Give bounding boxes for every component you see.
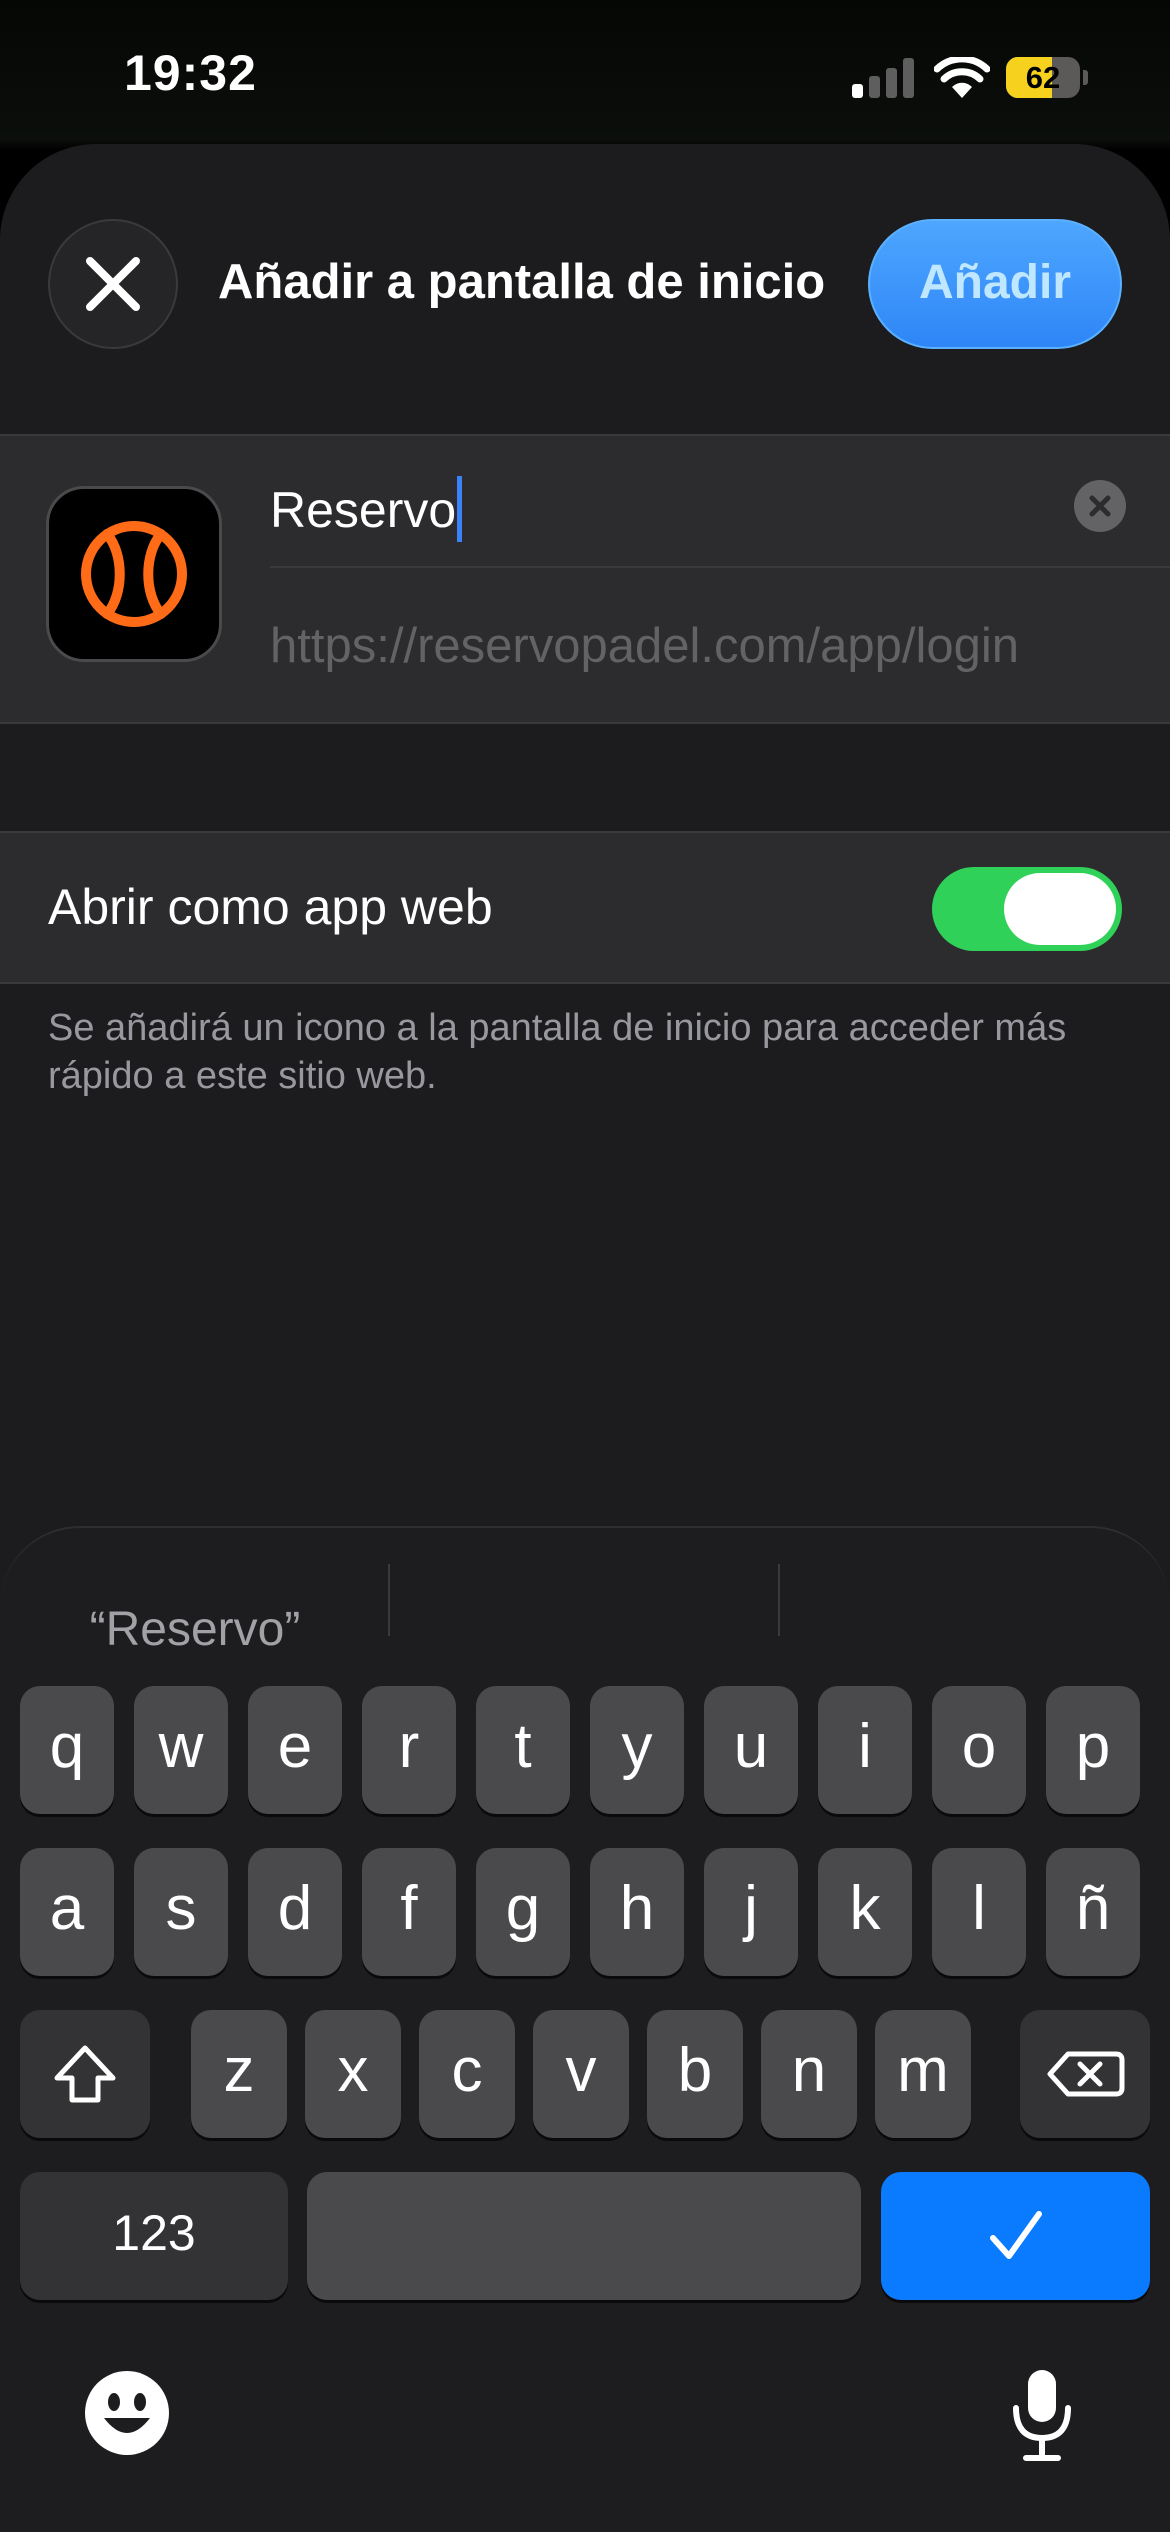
key-j[interactable]: j	[704, 1848, 798, 1976]
delete-key[interactable]	[1020, 2010, 1150, 2138]
space-key[interactable]	[307, 2172, 861, 2300]
key-v[interactable]: v	[533, 2010, 629, 2138]
checkmark-icon	[990, 2211, 1042, 2259]
name-input[interactable]: Reservo	[270, 472, 1050, 548]
clear-icon	[1074, 480, 1126, 532]
key-q[interactable]: q	[20, 1686, 114, 1814]
keyboard: “Reservo” qwertyuiop asdfghjklñ zxcvbnm …	[0, 1526, 1170, 2532]
key-r[interactable]: r	[362, 1686, 456, 1814]
backspace-icon	[1047, 2051, 1125, 2097]
add-button[interactable]: Añadir	[868, 219, 1122, 349]
screen: 19:32 62 Añadir a pantalla de inicio Aña…	[0, 0, 1170, 2532]
url-text: https://reservopadel.com/app/login	[270, 619, 1020, 673]
close-button[interactable]	[48, 219, 178, 349]
key-ñ[interactable]: ñ	[1046, 1848, 1140, 1976]
emoji-icon[interactable]	[82, 2368, 172, 2458]
bookmark-group: Reservo https://reservopadel.com/app/log…	[0, 434, 1170, 724]
toggle-knob	[1004, 873, 1116, 945]
key-w[interactable]: w	[134, 1686, 228, 1814]
status-time: 19:32	[124, 45, 257, 101]
key-m[interactable]: m	[875, 2010, 971, 2138]
suggestion-3[interactable]	[780, 1570, 1170, 1690]
close-icon	[86, 257, 140, 311]
suggestion-2[interactable]	[390, 1570, 780, 1690]
key-e[interactable]: e	[248, 1686, 342, 1814]
numbers-key[interactable]: 123	[20, 2172, 288, 2300]
key-y[interactable]: y	[590, 1686, 684, 1814]
key-u[interactable]: u	[704, 1686, 798, 1814]
key-d[interactable]: d	[248, 1848, 342, 1976]
web-app-label: Abrir como app web	[48, 879, 493, 935]
key-x[interactable]: x	[305, 2010, 401, 2138]
web-app-toggle[interactable]	[932, 867, 1122, 951]
shift-icon	[54, 2045, 116, 2103]
app-icon	[46, 486, 222, 662]
key-k[interactable]: k	[818, 1848, 912, 1976]
key-z[interactable]: z	[191, 2010, 287, 2138]
key-i[interactable]: i	[818, 1686, 912, 1814]
return-key[interactable]	[881, 2172, 1150, 2300]
field-divider	[270, 566, 1170, 568]
key-f[interactable]: f	[362, 1848, 456, 1976]
key-o[interactable]: o	[932, 1686, 1026, 1814]
battery-icon: 62	[1006, 57, 1088, 98]
footnote: Se añadirá un icono a la pantalla de ini…	[48, 1007, 1067, 1097]
wifi-icon	[934, 57, 990, 98]
key-c[interactable]: c	[419, 2010, 515, 2138]
text-cursor	[457, 475, 463, 542]
key-a[interactable]: a	[20, 1848, 114, 1976]
name-input-value: Reservo	[270, 482, 457, 538]
key-h[interactable]: h	[590, 1848, 684, 1976]
key-l[interactable]: l	[932, 1848, 1026, 1976]
battery-level: 62	[1025, 60, 1061, 95]
tennis-ball-icon	[81, 521, 187, 627]
key-b[interactable]: b	[647, 2010, 743, 2138]
sheet-title: Añadir a pantalla de inicio	[218, 255, 826, 309]
suggestion-1[interactable]: “Reservo”	[0, 1570, 390, 1690]
key-n[interactable]: n	[761, 2010, 857, 2138]
web-app-row: Abrir como app web	[0, 831, 1170, 984]
microphone-icon[interactable]	[1002, 2364, 1082, 2464]
shift-key[interactable]	[20, 2010, 150, 2138]
key-s[interactable]: s	[134, 1848, 228, 1976]
key-g[interactable]: g	[476, 1848, 570, 1976]
clear-text-button[interactable]	[1074, 480, 1126, 532]
signal-icon	[852, 58, 914, 98]
key-t[interactable]: t	[476, 1686, 570, 1814]
key-p[interactable]: p	[1046, 1686, 1140, 1814]
